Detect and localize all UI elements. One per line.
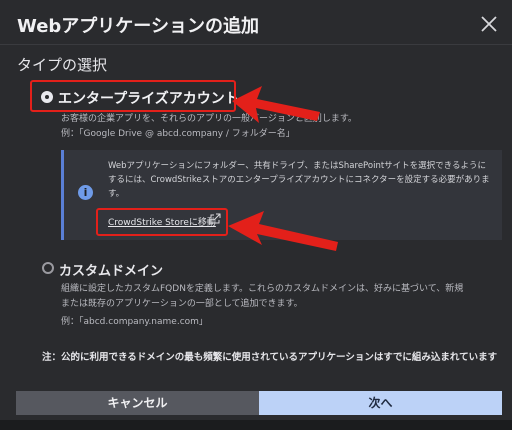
close-icon[interactable]: [478, 13, 500, 35]
footer-note: 注：公的に利用できるドメインの最も頻繁に使用されているアプリケーションはすでに組…: [42, 352, 498, 363]
section-title: タイプの選択: [17, 56, 108, 74]
custom-description-line2: または既存のアプリケーションの一部として追加できます。: [61, 299, 303, 309]
info-icon: i: [78, 185, 93, 200]
enterprise-description: お客様の企業アプリを、それらのアプリの一般バージョンと区別します。: [61, 114, 357, 124]
custom-domain-radio[interactable]: [42, 262, 54, 274]
highlight-box-store-link: [96, 208, 228, 236]
enterprise-example: 例：「Google Drive @ abcd.company / フォルダー名」: [61, 129, 295, 139]
custom-domain-option-label[interactable]: カスタムドメイン: [59, 260, 163, 279]
cancel-button[interactable]: キャンセル: [16, 391, 259, 415]
add-web-app-dialog: Webアプリケーションの追加 タイプの選択 エンタープライズアカウント お客様の…: [0, 0, 512, 430]
highlight-box-enterprise: [30, 80, 236, 112]
header-divider: [0, 44, 512, 45]
next-button[interactable]: 次へ: [259, 391, 502, 415]
bottom-strip: [0, 420, 512, 430]
custom-description-line1: 組織に設定したカスタムFQDNを定義します。これらのカスタムドメインは、好みに基…: [61, 284, 464, 294]
custom-example: 例：「abcd.company.name.com」: [61, 317, 208, 327]
dialog-title: Webアプリケーションの追加: [17, 16, 259, 37]
info-text: Webアプリケーションにフォルダー、共有ドライブ、またはSharePointサイ…: [108, 161, 490, 199]
